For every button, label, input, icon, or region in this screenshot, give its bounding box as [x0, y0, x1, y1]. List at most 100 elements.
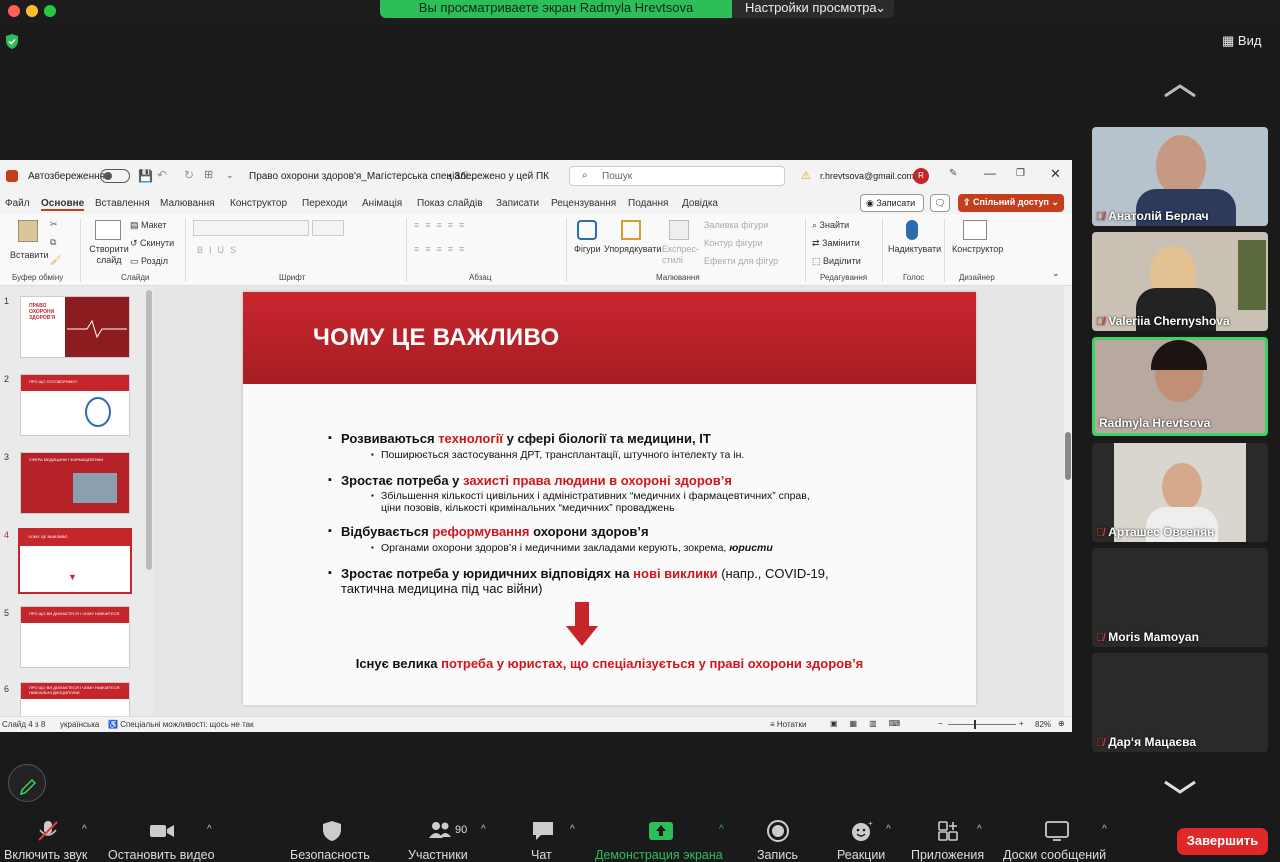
slide-thumbnail-4[interactable]: ЧОМУ ЦЕ ВАЖЛИВО ▼ [18, 528, 132, 594]
muted-microphone-icon[interactable] [36, 820, 60, 842]
menu-draw[interactable]: Малювання [160, 198, 215, 209]
zoom-in-icon[interactable]: + [1019, 719, 1024, 728]
shape-fill-button[interactable]: Заливка фігури [704, 220, 768, 230]
minimize-window-button[interactable] [26, 5, 38, 17]
dictate-button[interactable]: Надиктувати [888, 244, 941, 254]
menu-design[interactable]: Конструктор [230, 198, 287, 209]
smiley-icon[interactable]: + [850, 820, 874, 842]
menu-record[interactable]: Записати [496, 198, 539, 209]
arrange-icon[interactable] [621, 220, 641, 240]
warning-icon[interactable]: ⚠ [801, 169, 811, 182]
whiteboards-button[interactable]: Доски сообщений [1003, 848, 1106, 862]
accessibility-status[interactable]: ♿ Спеціальні можливості: щось не так [108, 720, 254, 729]
security-button[interactable]: Безопасность [290, 848, 370, 862]
menu-insert[interactable]: Вставлення [95, 198, 150, 209]
share-screen-button[interactable]: Демонстрация экрана [595, 848, 723, 862]
copy-icon[interactable]: ⧉ [50, 237, 56, 248]
comments-button[interactable]: 🗨 [930, 194, 950, 212]
fit-slide-icon[interactable]: ⊕ [1058, 719, 1065, 728]
stop-video-button[interactable]: Остановить видео [108, 848, 215, 862]
whiteboard-icon[interactable] [1045, 820, 1069, 842]
video-options-caret[interactable]: ^ [207, 824, 212, 835]
arrange-button[interactable]: Упорядкувати [604, 244, 661, 254]
present-icon[interactable]: ⊞ [204, 168, 213, 181]
annotate-button[interactable] [8, 764, 46, 802]
record-icon[interactable] [766, 820, 790, 842]
select-button[interactable]: ⬚ Виділити [812, 256, 861, 267]
shield-icon[interactable] [320, 820, 344, 842]
paste-button[interactable]: Вставити [10, 250, 49, 260]
share-button[interactable]: ⇪ Спільний доступ ⌄ [958, 194, 1064, 212]
participant-tile[interactable]: 🎙̸ Valeriia Chernyshova [1092, 232, 1268, 331]
find-button[interactable]: ⌕ Знайти [812, 220, 849, 231]
customize-qat-icon[interactable]: ⌄ [226, 170, 234, 181]
chat-bubble-icon[interactable] [531, 820, 555, 842]
participant-tile[interactable]: 🎙̸ Анатолій Берлач [1092, 127, 1268, 226]
record-button-zoom[interactable]: Запись [757, 848, 798, 862]
designer-icon[interactable] [963, 220, 987, 240]
menu-view[interactable]: Подання [628, 198, 668, 209]
font-format-icons[interactable]: BIUS [197, 245, 242, 255]
participant-tile-active-speaker[interactable]: Radmyla Hrevtsova [1092, 337, 1268, 436]
replace-button[interactable]: ⇄ Замінити [812, 238, 860, 249]
participants-icon[interactable] [428, 820, 452, 842]
avatar[interactable]: R [913, 168, 929, 184]
shield-check-icon[interactable] [4, 33, 20, 50]
reactions-options-caret[interactable]: ^ [886, 824, 891, 835]
quick-styles-icon[interactable] [669, 220, 689, 240]
thumbs-scrollbar[interactable] [146, 290, 152, 570]
menu-animations[interactable]: Анімація [362, 198, 402, 209]
shape-outline-button[interactable]: Контур фігури [704, 238, 762, 248]
video-camera-icon[interactable] [150, 820, 174, 842]
layout-button[interactable]: ▤ Макет [130, 220, 167, 231]
save-icon[interactable]: 💾 [138, 169, 153, 183]
view-button[interactable]: ▦ Вид [1222, 33, 1261, 49]
minimize-icon[interactable]: — [984, 166, 996, 180]
slide-thumbnail-5[interactable]: ПРО ЩО ВИ ДІЗНАЄТЕСЯ І ЧОМУ НАВЧИТЕСЯ [20, 606, 130, 668]
designer-button[interactable]: Конструктор [952, 244, 1003, 254]
microphone-icon[interactable] [906, 220, 918, 240]
document-title[interactable]: Право охорони здоров'я_Магістерська спец… [249, 171, 476, 182]
zoom-level[interactable]: 82% [1035, 720, 1051, 729]
menu-transitions[interactable]: Переходи [302, 198, 347, 209]
menu-file[interactable]: Файл [5, 198, 30, 209]
scroll-up-chevron-icon[interactable] [1163, 84, 1197, 98]
align-icons[interactable]: ≡≡≡≡≡ [414, 244, 470, 254]
language-indicator[interactable]: українська [60, 720, 99, 729]
chat-button[interactable]: Чат [531, 848, 552, 862]
audio-options-caret[interactable]: ^ [82, 824, 87, 835]
slide-thumbnail-3[interactable]: СФЕРА МЕДИЦИНИ І ФАРМАЦЕВТИКИ [20, 452, 130, 514]
scroll-down-chevron-icon[interactable] [1163, 780, 1197, 794]
shapes-icon[interactable] [577, 220, 597, 240]
reactions-button[interactable]: Реакции [837, 848, 885, 862]
new-slide-icon[interactable] [95, 220, 121, 240]
list-icons[interactable]: ≡≡≡≡≡ [414, 220, 470, 230]
autosave-toggle[interactable] [100, 169, 130, 183]
quick-styles-button[interactable]: Експрес-стилі [662, 244, 699, 266]
undo-icon[interactable]: ↶ [157, 168, 167, 182]
apps-button[interactable]: Приложения [911, 848, 984, 862]
notes-button[interactable]: ≡ Нотатки [770, 720, 806, 729]
shape-effects-button[interactable]: Ефекти для фігур [704, 256, 778, 266]
menu-slideshow[interactable]: Показ слайдів [417, 198, 483, 209]
shapes-button[interactable]: Фігури [574, 244, 601, 254]
slide-scrollbar[interactable] [1064, 286, 1072, 716]
apps-icon[interactable] [937, 820, 961, 842]
account-email[interactable]: r.hrevtsova@gmail.com [820, 171, 914, 181]
slide-thumbnail-1[interactable]: ПРАВО ОХОРОНИ ЗДОРОВ'Я [20, 296, 130, 358]
font-family-select[interactable] [193, 220, 309, 236]
redo-icon[interactable]: ↻ [184, 168, 194, 182]
section-button[interactable]: ▭ Розділ [130, 256, 168, 267]
apps-options-caret[interactable]: ^ [977, 824, 982, 835]
new-slide-button[interactable]: Створити слайд [87, 244, 131, 266]
zoom-out-icon[interactable]: − [938, 719, 943, 728]
collapse-ribbon-icon[interactable]: ⌄ [1052, 268, 1060, 279]
view-settings-dropdown[interactable]: Настройки просмотра ⌄ [732, 0, 894, 18]
participants-button[interactable]: Участники [408, 848, 468, 862]
pen-icon[interactable]: ✎ [949, 168, 957, 179]
share-options-caret[interactable]: ^ [719, 824, 724, 835]
whiteboards-options-caret[interactable]: ^ [1102, 824, 1107, 835]
zoom-slider-thumb[interactable] [974, 720, 976, 729]
participant-tile[interactable]: 🎙̸ Арташес Овсепян [1092, 443, 1268, 542]
format-painter-icon[interactable]: 🖌 [50, 255, 61, 266]
